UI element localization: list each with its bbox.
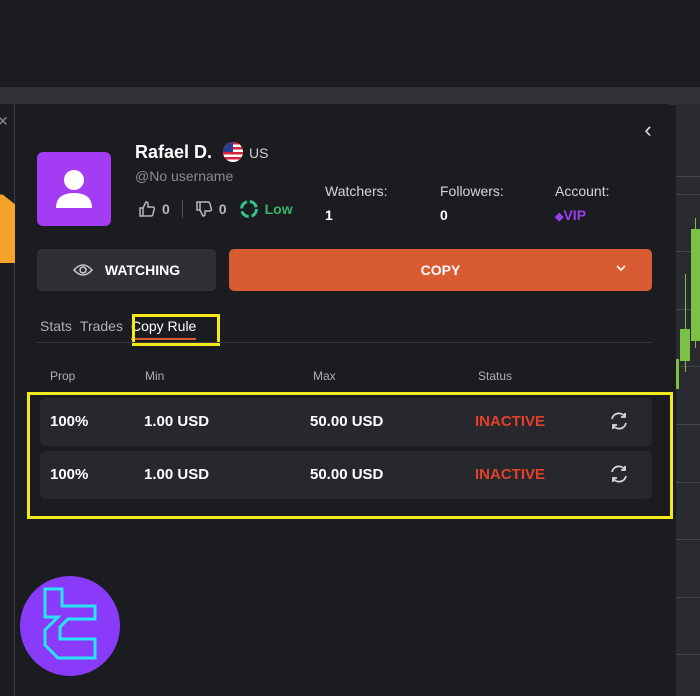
- country-code: US: [249, 145, 269, 161]
- chart-background: [676, 104, 700, 696]
- stat-account: Account: ◆VIP: [555, 183, 609, 223]
- candle: [676, 359, 679, 389]
- header-prop: Prop: [50, 369, 76, 383]
- candle: [680, 329, 690, 361]
- grid-line: [676, 482, 700, 483]
- stat-label: Account:: [555, 183, 610, 199]
- eye-icon: [72, 264, 93, 276]
- us-flag-icon: [223, 142, 243, 162]
- risk-gauge-icon: [239, 200, 258, 218]
- likes-count: 0: [162, 201, 170, 217]
- grid-line: [676, 654, 700, 655]
- left-close-icon[interactable]: ✕: [0, 113, 9, 130]
- top-band: [0, 87, 700, 105]
- avatar: [37, 152, 111, 226]
- brand-logo: [20, 576, 120, 676]
- back-chevron-icon[interactable]: ‹: [637, 118, 659, 142]
- stat-watchers: Watchers: 1: [325, 183, 388, 223]
- table-highlight-box: [27, 392, 673, 519]
- header-min: Min: [145, 369, 165, 383]
- grid-line: [676, 366, 700, 367]
- grid-line: [676, 194, 700, 195]
- stat-label: Followers:: [440, 183, 504, 199]
- trader-name: Rafael D.: [135, 142, 213, 162]
- watching-button[interactable]: WATCHING: [37, 249, 216, 291]
- rating-divider: [181, 200, 183, 218]
- tab-divider: [37, 342, 652, 343]
- watching-label: WATCHING: [104, 262, 181, 278]
- header-status: Status: [478, 369, 513, 383]
- dislikes-count: 0: [218, 201, 227, 217]
- thumbs-up-icon[interactable]: [138, 200, 156, 218]
- rating-row: 0 0 Low: [138, 199, 293, 219]
- risk-level: Low: [264, 201, 293, 217]
- header-max: Max: [313, 369, 336, 383]
- user-icon: [56, 170, 92, 208]
- grid-line: [676, 539, 700, 540]
- stat-followers: Followers: 0: [440, 183, 504, 223]
- vip-badge: ◆VIP: [555, 207, 609, 223]
- candle: [691, 229, 700, 341]
- left-side-panel: [0, 104, 15, 696]
- stat-label: Watchers:: [325, 183, 388, 199]
- grid-line: [676, 597, 700, 598]
- copy-label: COPY: [420, 262, 461, 278]
- tab-trades[interactable]: Trades: [80, 318, 123, 340]
- stat-value: 1: [325, 207, 333, 223]
- copy-button[interactable]: COPY: [229, 249, 652, 291]
- thumbs-down-icon[interactable]: [195, 200, 213, 218]
- tc-logo-icon: [43, 587, 97, 660]
- tab-stats[interactable]: Stats: [40, 318, 72, 340]
- grid-line: [676, 424, 700, 425]
- stat-value: 0: [440, 207, 448, 223]
- grid-line: [676, 176, 700, 177]
- username: @No username: [135, 168, 234, 184]
- account-type: VIP: [563, 207, 587, 223]
- chevron-down-icon[interactable]: [614, 261, 628, 275]
